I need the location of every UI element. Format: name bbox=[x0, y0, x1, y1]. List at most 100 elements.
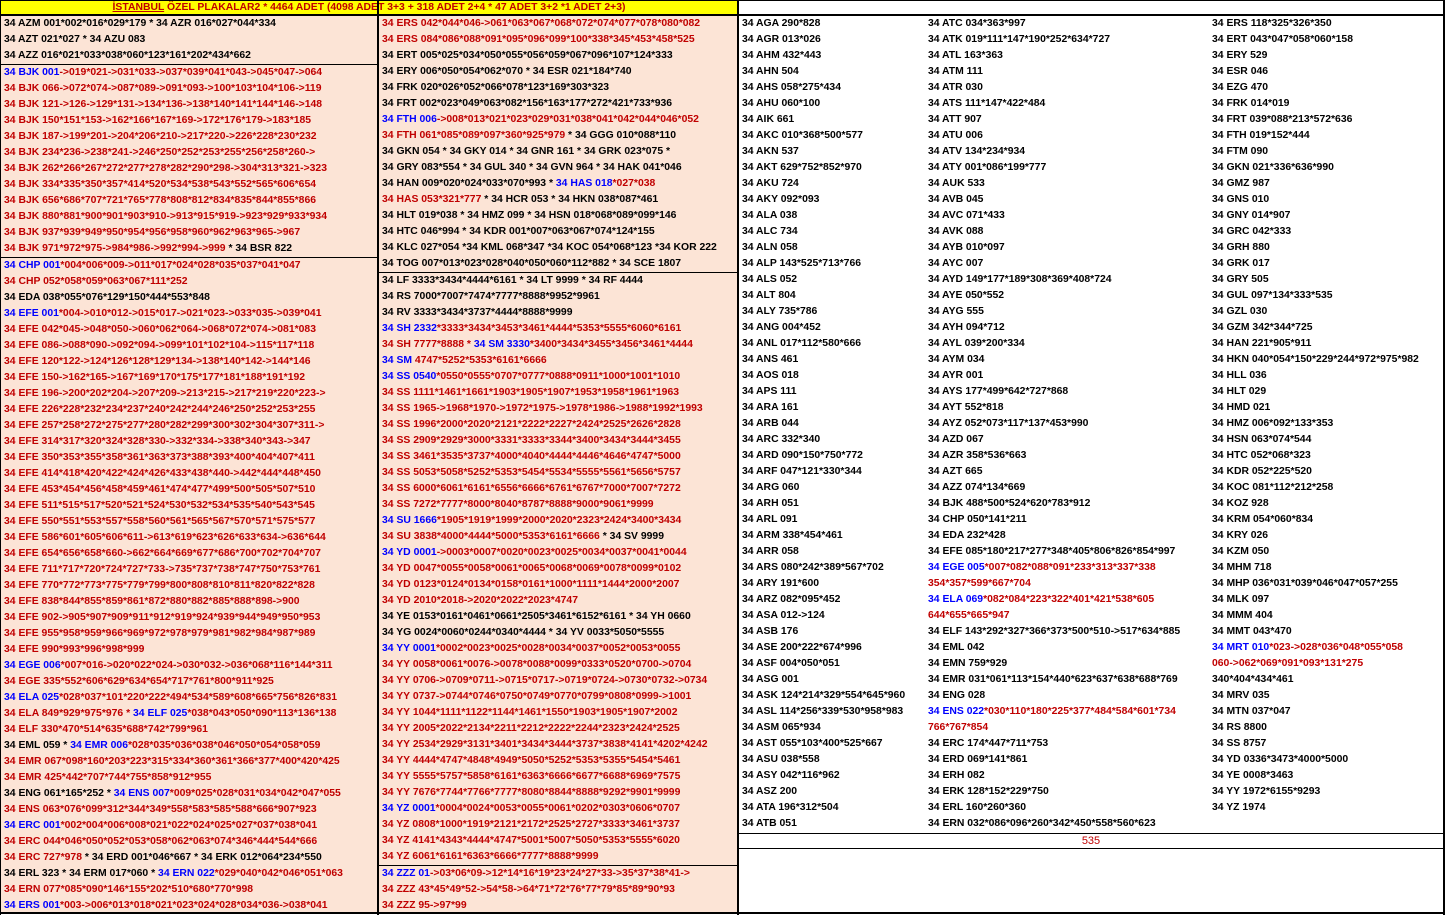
plate-row: 34 FRT 002*023*049*063*082*156*163*177*2… bbox=[379, 96, 737, 112]
plate-text: *3333*3434*3453*3461*4444*5353*5555*6060… bbox=[436, 323, 682, 334]
plate-text: 34 LF 3333*3434*4444*6161 * 34 LT 9999 *… bbox=[382, 275, 643, 286]
plate-text: 34 AKN 537 bbox=[742, 146, 799, 157]
plate-text: 34 BJK 262*266*267*272*277*278*282*290*2… bbox=[4, 163, 327, 174]
plate-row: 34 AUK 533 bbox=[925, 176, 1209, 192]
plate-text: 34 ERS 118*325*326*350 bbox=[1212, 18, 1332, 29]
plate-row: 34 AVK 088 bbox=[925, 224, 1209, 240]
plate-row: 34 YZ 6061*6161*6363*6666*7777*8888*9999 bbox=[379, 849, 737, 865]
plate-text: 34 AHN 504 bbox=[742, 66, 799, 77]
plate-text: 34 YZ 1974 bbox=[1212, 802, 1266, 813]
plate-text: 34 ARG 060 bbox=[742, 482, 800, 493]
plate-text: 34 EMR 031*061*113*154*440*623*637*638*6… bbox=[928, 674, 1178, 685]
plate-row: 34 AKY 092*093 bbox=[739, 192, 924, 208]
plate-text: 34 MMT 043*470 bbox=[1212, 626, 1292, 637]
plate-text: 34 ATU 006 bbox=[928, 130, 983, 141]
plate-row: 34 AKT 629*752*852*970 bbox=[739, 160, 924, 176]
plate-text: *3400*3434*3455*3456*3461*4444 bbox=[529, 339, 693, 350]
plate-text: 34 FRT 002*023*049*063*082*156*163*177*2… bbox=[382, 98, 673, 109]
plate-text: 34 BJK 488*500*524*620*783*912 bbox=[928, 498, 1091, 509]
plate-text: * 34 HCR 053 * 34 HKN 038*087*461 bbox=[481, 194, 659, 205]
plate-text: *0004*0024*0053*0055*0061*0202*0303*0606… bbox=[435, 803, 680, 814]
plate-text: 34 EFE 586*601*605*606*611->613*619*623*… bbox=[4, 532, 326, 543]
plate-row: 34 ATV 134*234*934 bbox=[925, 144, 1209, 160]
plate-text: 34 YY 5555*5757*5858*6161*6363*6666*6677… bbox=[382, 771, 681, 782]
plate-text: 34 EFE 414*418*420*422*424*426*433*438*4… bbox=[4, 468, 321, 479]
plate-text: 34 MRT 010 bbox=[1212, 642, 1270, 653]
plate-row: 34 ERL 160*260*360 bbox=[925, 800, 1209, 816]
border bbox=[0, 0, 1, 915]
plate-text: 34 ATM 111 bbox=[928, 66, 983, 77]
plate-text: 34 SS 8757 bbox=[1212, 738, 1267, 749]
plate-row: 34 BJK 066->072*074->087*089->091*093->1… bbox=[1, 81, 377, 97]
plate-row: 34 ERS 042*044*046->061*063*067*068*072*… bbox=[379, 16, 737, 32]
plate-row: 34 ASA 012->124 bbox=[739, 608, 924, 624]
plate-row: 34 HAN 009*020*024*033*070*993 * 34 HAS … bbox=[379, 176, 737, 192]
plate-text: *1905*1919*1999*2000*2020*2323*2424*3400… bbox=[436, 515, 682, 526]
plate-text: 34 CHP 050*141*211 bbox=[928, 514, 1027, 525]
plate-row: 34 EFE 990*993*996*998*999 bbox=[1, 642, 377, 658]
plate-row: 34 EZG 470 bbox=[1209, 80, 1443, 96]
plate-text: 34 HMZ 006*092*133*353 bbox=[1212, 418, 1334, 429]
plate-text: 34 ERN 077*085*090*146*155*202*510*680*7… bbox=[4, 884, 254, 895]
plate-row: 34 ARS 080*242*389*567*702 bbox=[739, 560, 924, 576]
plate-row: 34 AYS 177*499*642*727*868 bbox=[925, 384, 1209, 400]
plate-text: 34 ERL 160*260*360 bbox=[928, 802, 1027, 813]
plate-row: 34 ASG 001 bbox=[739, 672, 924, 688]
plate-row: 34 ZZZ 01->03*06*09->12*14*16*19*23*24*2… bbox=[379, 866, 737, 882]
plate-text: 34 AZT 021*027 * 34 AZU 083 bbox=[4, 34, 146, 45]
plate-row: 34 YY 2534*2929*3131*3401*3434*3444*3737… bbox=[379, 737, 737, 753]
plate-row: 34 ARH 051 bbox=[739, 496, 924, 512]
plate-row: 34 AHS 058*275*434 bbox=[739, 80, 924, 96]
plate-text: 34 ANS 461 bbox=[742, 354, 799, 365]
plate-row: 34 ARF 047*121*330*344 bbox=[739, 464, 924, 480]
plate-row: 34 BJK 001->019*021->031*033->037*039*04… bbox=[1, 65, 377, 81]
plate-text: 34 YD 0001 bbox=[382, 547, 437, 558]
plate-text: 34 YY 2534*2929*3131*3401*3434*3444*3737… bbox=[382, 739, 708, 750]
plate-row: 34 AYL 039*200*334 bbox=[925, 336, 1209, 352]
plate-text: 34 ARB 044 bbox=[742, 418, 799, 429]
plate-row: 34 ERS 118*325*326*350 bbox=[1209, 16, 1443, 32]
plate-text: 34 EDA 232*428 bbox=[928, 530, 1006, 541]
plate-text: 34 HAN 009*020*024*033*070*993 * bbox=[382, 178, 554, 189]
plate-row: 34 AKU 724 bbox=[739, 176, 924, 192]
plate-text: *028*035*036*038*046*050*054*058*059 bbox=[128, 740, 321, 751]
plate-row: 34 HSN 063*074*544 bbox=[1209, 432, 1443, 448]
plate-row: 34 EFE 086->088*090->092*094->099*101*10… bbox=[1, 338, 377, 354]
plate-row: 34 ATR 030 bbox=[925, 80, 1209, 96]
plate-text: 34 EFE 770*772*773*775*779*799*800*808*8… bbox=[4, 580, 315, 591]
plate-text: 34 SS 1965->1968*1970->1972*1975->1978*1… bbox=[382, 403, 703, 414]
plate-row: 34 FTH 006->008*013*021*023*029*031*038*… bbox=[379, 112, 737, 128]
plate-text: 34 ERC 727*978 bbox=[4, 852, 82, 863]
plate-row: 34 EFE 511*515*517*520*521*524*530*532*5… bbox=[1, 498, 377, 514]
plate-row: 34 ELA 025*028*037*101*220*222*494*534*5… bbox=[1, 690, 377, 706]
plate-row: 34 ALA 038 bbox=[739, 208, 924, 224]
plate-text: 34 EFE 226*228*232*234*237*240*242*244*2… bbox=[4, 404, 316, 415]
plate-row: 34 ARZ 082*095*452 bbox=[739, 592, 924, 608]
plate-row: 34 BJK 971*972*975->984*986->992*994->99… bbox=[1, 241, 377, 257]
plate-text: 34 ENG 061*165*252 * bbox=[4, 788, 111, 799]
plate-row: 34 AIK 661 bbox=[739, 112, 924, 128]
plate-text: 34 ELF 025 bbox=[130, 708, 188, 719]
plate-text: 34 BJK 656*686*707*721*765*778*808*812*8… bbox=[4, 195, 317, 206]
plate-row: 34 RS 7000*7007*7474*7777*8888*9952*9961 bbox=[379, 289, 737, 305]
plate-text: 34 AYB 010*097 bbox=[928, 242, 1005, 253]
plate-text: 34 YY 0737->0744*0746*0750*0749*0770*079… bbox=[382, 691, 692, 702]
plate-row: 34 ATM 111 bbox=[925, 64, 1209, 80]
plate-text: 34 AYZ 052*073*117*137*453*990 bbox=[928, 418, 1089, 429]
plate-row: 34 YY 1044*1111*1122*1144*1461*1550*1903… bbox=[379, 705, 737, 721]
plate-text: 34 ELF 330*470*514*635*688*742*799*961 bbox=[4, 724, 208, 735]
plate-text: 34 ASB 176 bbox=[742, 626, 799, 637]
plate-text: 34 BJK 334*335*350*357*414*520*534*538*5… bbox=[4, 179, 317, 190]
sheet-title: İSTANBUL ÖZEL PLAKALAR2 * 4464 ADET (409… bbox=[1, 1, 737, 14]
plate-text: 34 HAN 221*905*911 bbox=[1212, 338, 1312, 349]
plate-row: 354*357*599*667*704 bbox=[925, 576, 1209, 592]
plate-text: 34 EFE 511*515*517*520*521*524*530*532*5… bbox=[4, 500, 315, 511]
plate-row: 340*404*434*461 bbox=[1209, 672, 1443, 688]
plate-text: 34 ARA 161 bbox=[742, 402, 799, 413]
plate-row: 34 EMR 425*442*707*744*755*858*912*955 bbox=[1, 770, 377, 786]
plate-row: 34 ERN 077*085*090*146*155*202*510*680*7… bbox=[1, 882, 377, 898]
plate-row: 34 ALC 734 bbox=[739, 224, 924, 240]
plate-text: 34 BJK 880*881*900*901*903*910->913*915*… bbox=[4, 211, 327, 222]
column-1: 34 AZM 001*002*016*029*179 * 34 AZR 016*… bbox=[1, 16, 377, 912]
plate-row: 34 MLK 097 bbox=[1209, 592, 1443, 608]
